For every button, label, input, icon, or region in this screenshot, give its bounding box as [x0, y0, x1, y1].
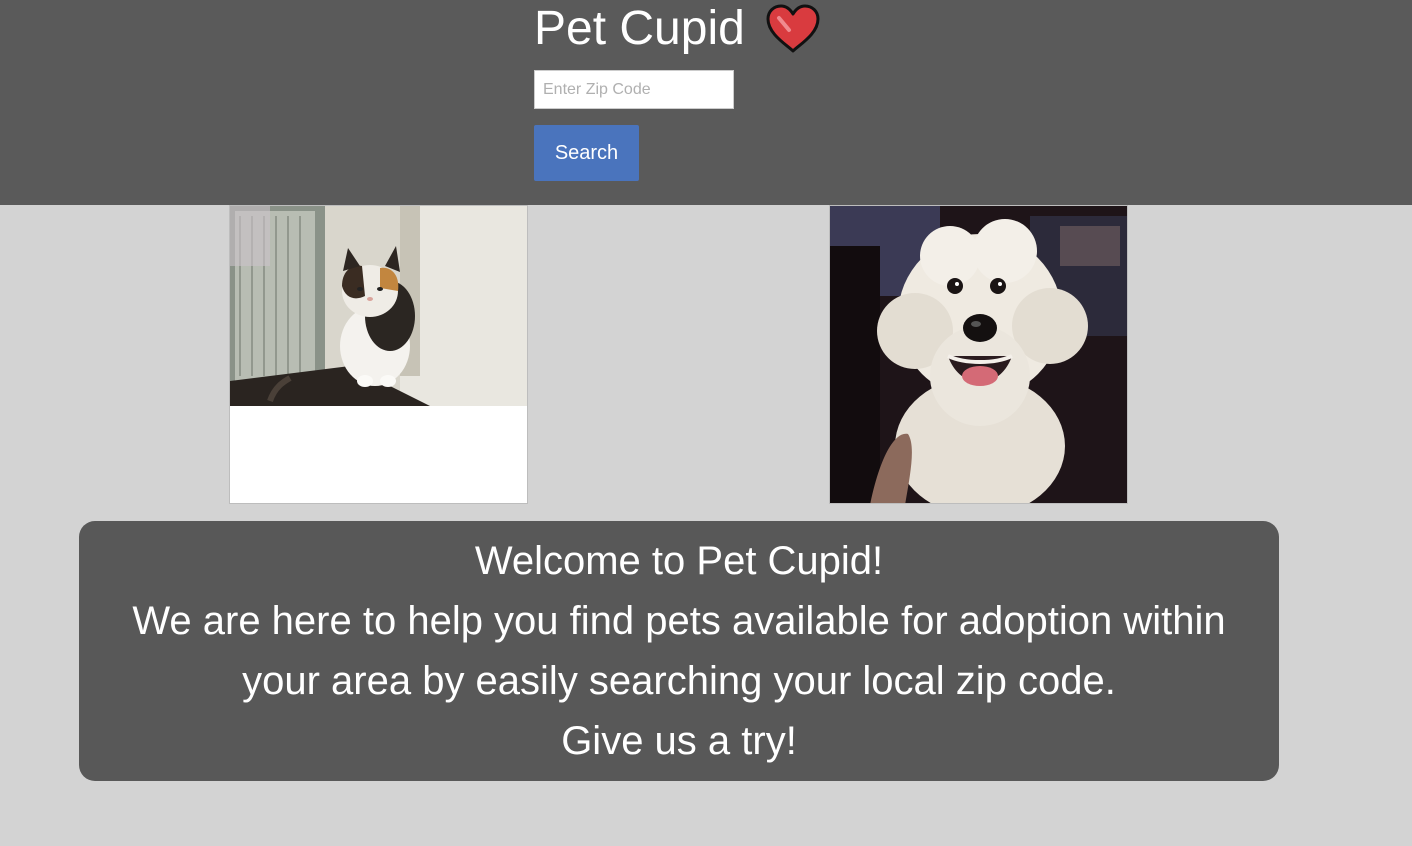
dog-photo [830, 206, 1127, 503]
cat-photo-card [229, 205, 528, 504]
brand: Pet Cupid [534, 0, 821, 58]
site-header: Pet Cupid Search [0, 0, 1412, 205]
welcome-heading: Welcome to Pet Cupid! [474, 539, 884, 583]
welcome-cta: Give us a try! [561, 719, 797, 763]
heart-icon [765, 4, 821, 54]
zip-code-input[interactable] [534, 70, 734, 109]
search-button[interactable]: Search [534, 125, 639, 181]
dog-photo-card [829, 205, 1128, 504]
welcome-panel: Welcome to Pet Cupid! We are here to hel… [79, 521, 1279, 781]
site-title: Pet Cupid [534, 2, 745, 55]
welcome-body: We are here to help you find pets availa… [132, 599, 1226, 703]
cat-photo [230, 206, 527, 406]
